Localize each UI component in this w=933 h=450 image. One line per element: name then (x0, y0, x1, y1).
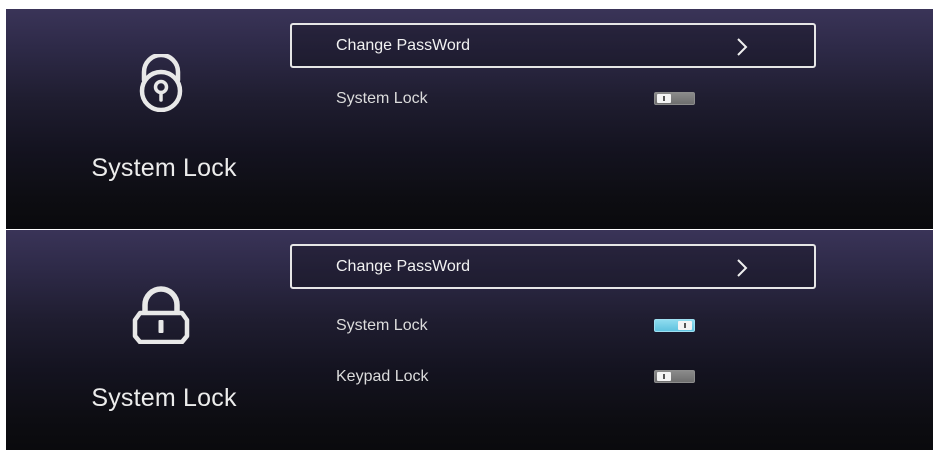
chevron-right-icon (737, 38, 748, 56)
change-password-label: Change PassWord (336, 258, 470, 275)
system-lock-label: System Lock (336, 90, 428, 107)
side-title: System Lock (91, 154, 237, 182)
change-password-label: Change PassWord (336, 37, 470, 54)
toggle-knob (678, 321, 692, 330)
toggle-knob (657, 372, 671, 381)
lock-open-keyhole-icon (139, 54, 183, 112)
system-lock-row[interactable]: System Lock (336, 315, 736, 339)
change-password-item[interactable]: Change PassWord (290, 244, 816, 289)
chevron-right-icon (737, 259, 748, 277)
system-lock-row[interactable]: System Lock (336, 88, 736, 112)
system-lock-toggle[interactable] (654, 92, 695, 105)
change-password-item[interactable]: Change PassWord (290, 23, 816, 68)
lock-closed-icon (132, 286, 190, 344)
keypad-lock-label: Keypad Lock (336, 368, 429, 385)
system-lock-panel-locked: System Lock Change PassWord System Lock … (6, 230, 933, 450)
side-title: System Lock (91, 384, 237, 412)
keypad-lock-row[interactable]: Keypad Lock (336, 366, 736, 390)
system-lock-label: System Lock (336, 317, 428, 334)
system-lock-panel-unlocked: System Lock Change PassWord System Lock (6, 9, 933, 229)
system-lock-toggle[interactable] (654, 319, 695, 332)
keypad-lock-toggle[interactable] (654, 370, 695, 383)
toggle-knob (657, 94, 671, 103)
